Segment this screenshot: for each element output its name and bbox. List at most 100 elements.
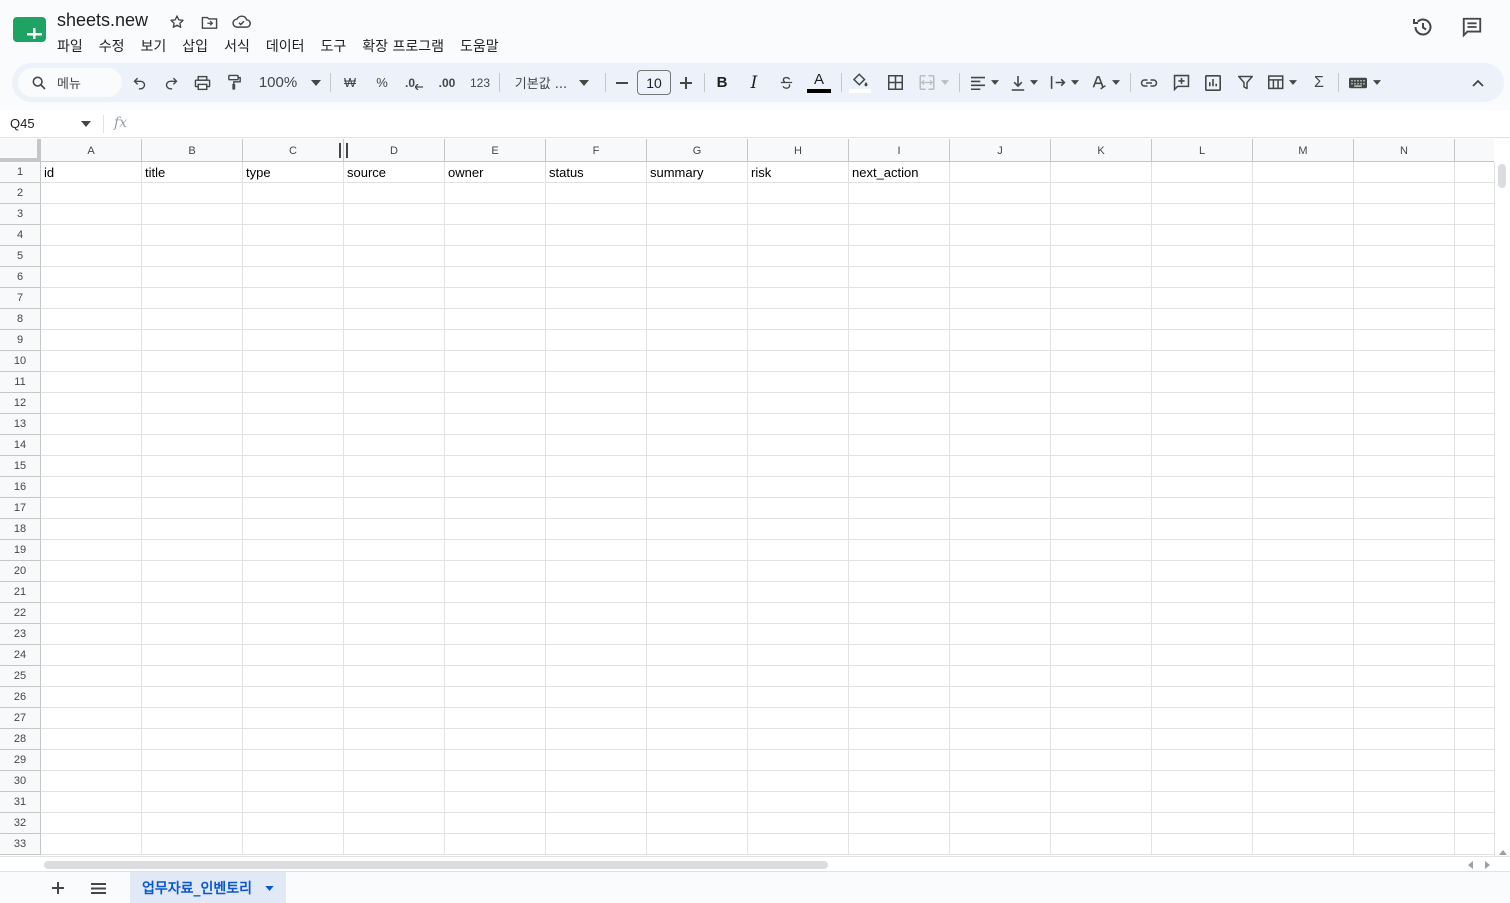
menu-edit[interactable]: 수정: [91, 35, 133, 55]
cell-i4[interactable]: [849, 225, 950, 246]
cell-i32[interactable]: [849, 813, 950, 834]
cell-h21[interactable]: [748, 582, 849, 603]
cell-b6[interactable]: [142, 267, 243, 288]
cell-i30[interactable]: [849, 771, 950, 792]
cell-m25[interactable]: [1253, 666, 1354, 687]
cell-f19[interactable]: [546, 540, 647, 561]
cell-f5[interactable]: [546, 246, 647, 267]
cell-partial[interactable]: [1455, 309, 1494, 330]
row-header-5[interactable]: 5: [0, 246, 41, 267]
cell-e9[interactable]: [445, 330, 546, 351]
cell-a25[interactable]: [41, 666, 142, 687]
cell-a17[interactable]: [41, 498, 142, 519]
cell-c5[interactable]: [243, 246, 344, 267]
cell-l30[interactable]: [1152, 771, 1253, 792]
cell-h20[interactable]: [748, 561, 849, 582]
cell-d25[interactable]: [344, 666, 445, 687]
cell-i23[interactable]: [849, 624, 950, 645]
cell-n33[interactable]: [1354, 834, 1455, 855]
cell-a28[interactable]: [41, 729, 142, 750]
cell-g14[interactable]: [647, 435, 748, 456]
cell-l2[interactable]: [1152, 183, 1253, 204]
cell-b21[interactable]: [142, 582, 243, 603]
cell-k13[interactable]: [1051, 414, 1152, 435]
insert-link-icon[interactable]: [1137, 63, 1161, 102]
cell-j11[interactable]: [950, 372, 1051, 393]
cell-j2[interactable]: [950, 183, 1051, 204]
cell-g17[interactable]: [647, 498, 748, 519]
cell-b5[interactable]: [142, 246, 243, 267]
cell-i9[interactable]: [849, 330, 950, 351]
cell-c15[interactable]: [243, 456, 344, 477]
cell-d33[interactable]: [344, 834, 445, 855]
cell-c29[interactable]: [243, 750, 344, 771]
cell-partial[interactable]: [1455, 477, 1494, 498]
comments-icon[interactable]: [1459, 14, 1485, 40]
cell-d20[interactable]: [344, 561, 445, 582]
cell-c32[interactable]: [243, 813, 344, 834]
cell-g8[interactable]: [647, 309, 748, 330]
cell-b18[interactable]: [142, 519, 243, 540]
cell-n28[interactable]: [1354, 729, 1455, 750]
cell-a26[interactable]: [41, 687, 142, 708]
cell-l8[interactable]: [1152, 309, 1253, 330]
name-box-dropdown-icon[interactable]: [81, 121, 91, 127]
add-sheet-icon[interactable]: [48, 878, 68, 898]
cell-i1[interactable]: next_action: [849, 162, 950, 183]
cell-m29[interactable]: [1253, 750, 1354, 771]
row-header-22[interactable]: 22: [0, 603, 41, 624]
cell-n3[interactable]: [1354, 204, 1455, 225]
cell-k12[interactable]: [1051, 393, 1152, 414]
cell-partial[interactable]: [1455, 288, 1494, 309]
cell-b8[interactable]: [142, 309, 243, 330]
cell-a23[interactable]: [41, 624, 142, 645]
cell-m31[interactable]: [1253, 792, 1354, 813]
cell-f16[interactable]: [546, 477, 647, 498]
cell-n24[interactable]: [1354, 645, 1455, 666]
row-header-19[interactable]: 19: [0, 540, 41, 561]
cell-b9[interactable]: [142, 330, 243, 351]
cell-b28[interactable]: [142, 729, 243, 750]
cell-b26[interactable]: [142, 687, 243, 708]
cell-m8[interactable]: [1253, 309, 1354, 330]
text-rotation-icon[interactable]: [1087, 63, 1123, 102]
cell-j31[interactable]: [950, 792, 1051, 813]
cell-h13[interactable]: [748, 414, 849, 435]
cell-f22[interactable]: [546, 603, 647, 624]
cell-d30[interactable]: [344, 771, 445, 792]
all-sheets-list-icon[interactable]: [88, 878, 108, 898]
cell-e25[interactable]: [445, 666, 546, 687]
cell-i17[interactable]: [849, 498, 950, 519]
cell-i3[interactable]: [849, 204, 950, 225]
column-header-e[interactable]: E: [445, 139, 546, 162]
cell-n26[interactable]: [1354, 687, 1455, 708]
cell-n6[interactable]: [1354, 267, 1455, 288]
cell-a1[interactable]: id: [41, 162, 142, 183]
cell-b10[interactable]: [142, 351, 243, 372]
column-resize-handle-left[interactable]: [339, 143, 341, 158]
cell-h23[interactable]: [748, 624, 849, 645]
column-header-m[interactable]: M: [1253, 139, 1354, 162]
cell-h29[interactable]: [748, 750, 849, 771]
cell-i24[interactable]: [849, 645, 950, 666]
cell-g20[interactable]: [647, 561, 748, 582]
cell-c33[interactable]: [243, 834, 344, 855]
cell-f30[interactable]: [546, 771, 647, 792]
cell-k10[interactable]: [1051, 351, 1152, 372]
cell-d19[interactable]: [344, 540, 445, 561]
cell-m32[interactable]: [1253, 813, 1354, 834]
insert-comment-icon[interactable]: [1169, 63, 1193, 102]
cell-partial[interactable]: [1455, 561, 1494, 582]
cell-b22[interactable]: [142, 603, 243, 624]
cell-partial[interactable]: [1455, 645, 1494, 666]
cell-k7[interactable]: [1051, 288, 1152, 309]
cell-j18[interactable]: [950, 519, 1051, 540]
cell-e17[interactable]: [445, 498, 546, 519]
cell-partial[interactable]: [1455, 687, 1494, 708]
cell-l27[interactable]: [1152, 708, 1253, 729]
vertical-scroll-thumb[interactable]: [1498, 164, 1506, 188]
cell-k2[interactable]: [1051, 183, 1152, 204]
cell-g9[interactable]: [647, 330, 748, 351]
cell-e13[interactable]: [445, 414, 546, 435]
cell-m30[interactable]: [1253, 771, 1354, 792]
